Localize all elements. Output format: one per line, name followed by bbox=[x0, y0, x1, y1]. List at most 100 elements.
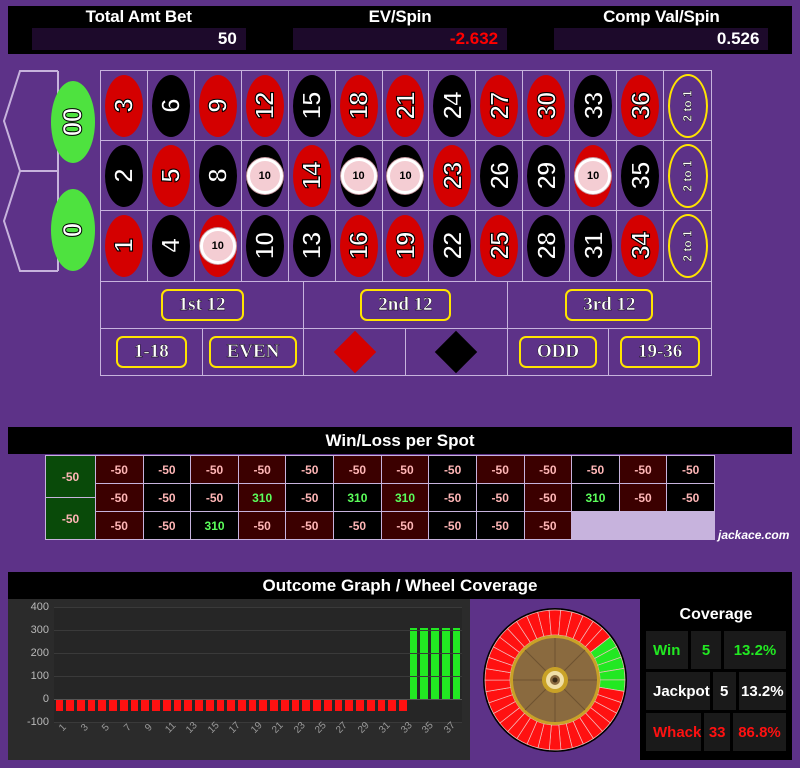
number-oval: 36 bbox=[621, 74, 660, 137]
dozen-label: 1st 12 bbox=[160, 289, 244, 321]
bet-spot-11[interactable]: 1110 bbox=[241, 141, 289, 211]
bet-spot-low-1-18[interactable]: 1-18 bbox=[101, 329, 203, 375]
number-oval: 18 bbox=[339, 74, 378, 137]
bet-spot-column-1[interactable]: 2 to 1 bbox=[664, 71, 711, 141]
winloss-cell-11: -50 bbox=[191, 484, 238, 511]
chart-x-slot bbox=[108, 722, 119, 756]
bet-spot-zero[interactable]: 0 bbox=[44, 178, 102, 282]
bet-spot-6[interactable]: 6 bbox=[147, 71, 195, 141]
number-oval: 26 bbox=[480, 144, 519, 207]
bet-spot-21[interactable]: 21 bbox=[382, 71, 430, 141]
chart-bar bbox=[205, 699, 214, 711]
winloss-cell-21: -50 bbox=[381, 456, 429, 483]
chart-bar-slot bbox=[215, 607, 226, 722]
bet-spot-2nd-12[interactable]: 2nd 12 bbox=[304, 282, 508, 328]
bet-spot-12[interactable]: 12 bbox=[241, 71, 289, 141]
bet-spot-27[interactable]: 27 bbox=[476, 71, 524, 141]
bet-spot-5[interactable]: 5 bbox=[147, 141, 195, 211]
number-oval: 5 bbox=[151, 144, 190, 207]
chart-bar-slot bbox=[387, 607, 398, 722]
bet-spot-13[interactable]: 13 bbox=[289, 211, 336, 281]
winloss-cell-29: -50 bbox=[476, 484, 524, 511]
bet-spot-28[interactable]: 28 bbox=[523, 211, 571, 281]
bet-spot-17[interactable]: 1710 bbox=[335, 141, 383, 211]
bet-spot-high-19-36[interactable]: 19-36 bbox=[609, 329, 711, 375]
bet-spot-9[interactable]: 9 bbox=[194, 71, 242, 141]
bet-spot-7[interactable]: 710 bbox=[195, 211, 242, 281]
chart-bars bbox=[54, 607, 462, 722]
number-label: 21 bbox=[390, 91, 421, 119]
winloss-value: 310 bbox=[585, 490, 606, 505]
winloss-zero-column: -50 -50 bbox=[46, 456, 95, 539]
chart-bar-slot bbox=[97, 607, 108, 722]
bet-spot-24[interactable]: 24 bbox=[429, 71, 477, 141]
bet-spot-18[interactable]: 18 bbox=[335, 71, 383, 141]
bet-spot-1st-12[interactable]: 1st 12 bbox=[101, 282, 305, 328]
chart-bar-slot bbox=[419, 607, 430, 722]
bet-spot-column-2[interactable]: 2 to 1 bbox=[664, 141, 711, 211]
coverage-panel: Coverage Win 5 13.2% Jackpot 5 13.2% Wha… bbox=[640, 599, 792, 760]
column-bet-oval: 2 to 1 bbox=[667, 73, 708, 138]
winloss-grid: -50 -50 -50 -50 -50 -50 -50 -50 -50 -50 -50 -50 -50 -… bbox=[96, 456, 714, 539]
number-oval: 15 bbox=[292, 74, 331, 137]
bet-spot-2[interactable]: 2 bbox=[101, 141, 148, 211]
chart-x-slot bbox=[408, 722, 419, 756]
bet-spot-double-zero[interactable]: 00 bbox=[44, 70, 102, 174]
chart-bar-slot bbox=[451, 607, 462, 722]
bet-chip[interactable]: 10 bbox=[575, 157, 612, 194]
bet-spot-column-3[interactable]: 2 to 1 bbox=[664, 211, 711, 281]
bet-spot-8[interactable]: 8 bbox=[194, 141, 242, 211]
bet-spot-10[interactable]: 10 bbox=[242, 211, 289, 281]
number-oval: 14 bbox=[292, 144, 331, 207]
chart-bar bbox=[87, 699, 96, 711]
bet-spot-3rd-12[interactable]: 3rd 12 bbox=[508, 282, 711, 328]
chart-bar-slot bbox=[65, 607, 76, 722]
bet-spot-35[interactable]: 35 bbox=[617, 141, 665, 211]
winloss-value: -50 bbox=[539, 462, 557, 477]
number-label: 34 bbox=[625, 232, 656, 260]
bet-spot-even[interactable]: EVEN bbox=[203, 329, 305, 375]
bet-spot-22[interactable]: 22 bbox=[429, 211, 477, 281]
bet-spot-1[interactable]: 1 bbox=[101, 211, 148, 281]
bet-spot-33[interactable]: 33 bbox=[570, 71, 618, 141]
winloss-value: 310 bbox=[347, 490, 368, 505]
bet-spot-32[interactable]: 3210 bbox=[570, 141, 618, 211]
bet-spot-4[interactable]: 4 bbox=[148, 211, 195, 281]
bet-spot-36[interactable]: 36 bbox=[617, 71, 665, 141]
bet-spot-14[interactable]: 14 bbox=[288, 141, 336, 211]
number-label: 6 bbox=[155, 98, 186, 113]
zero-oval: 0 bbox=[51, 189, 95, 271]
bet-spot-16[interactable]: 16 bbox=[336, 211, 383, 281]
bet-spot-3[interactable]: 3 bbox=[101, 71, 148, 141]
number-label: 29 bbox=[531, 161, 562, 189]
bet-chip[interactable]: 10 bbox=[199, 228, 236, 264]
chart-x-slot bbox=[430, 722, 441, 756]
number-oval: 31 bbox=[574, 215, 613, 277]
bet-spot-31[interactable]: 31 bbox=[570, 211, 618, 281]
bet-spot-red[interactable] bbox=[304, 329, 406, 375]
bet-spot-25[interactable]: 25 bbox=[476, 211, 524, 281]
bet-spot-15[interactable]: 15 bbox=[288, 71, 336, 141]
bet-spot-19[interactable]: 19 bbox=[383, 211, 430, 281]
number-label: 5 bbox=[155, 168, 186, 183]
bet-spot-23[interactable]: 23 bbox=[429, 141, 477, 211]
chart-x-slot: 37 bbox=[440, 720, 458, 756]
bet-spot-20[interactable]: 2010 bbox=[382, 141, 430, 211]
coverage-count-whack: 33 bbox=[704, 713, 730, 751]
bet-spot-30[interactable]: 30 bbox=[523, 71, 571, 141]
bet-chip[interactable]: 10 bbox=[340, 157, 377, 194]
bet-spot-34[interactable]: 34 bbox=[617, 211, 665, 281]
chart-bar-slot bbox=[236, 607, 247, 722]
bet-spot-26[interactable]: 26 bbox=[476, 141, 524, 211]
number-label: 8 bbox=[202, 168, 233, 183]
bet-chip[interactable]: 10 bbox=[387, 157, 424, 194]
winloss-cell-20: 310 bbox=[334, 484, 381, 511]
bet-spot-black[interactable] bbox=[406, 329, 508, 375]
bet-spot-odd[interactable]: ODD bbox=[508, 329, 610, 375]
winloss-cell-5: -50 bbox=[96, 484, 143, 511]
chart-bar bbox=[388, 699, 396, 711]
bet-spot-29[interactable]: 29 bbox=[523, 141, 571, 211]
column-bet-label: 2 to 1 bbox=[680, 89, 695, 122]
bet-chip[interactable]: 10 bbox=[246, 157, 283, 194]
roulette-wheel-icon bbox=[483, 607, 627, 752]
